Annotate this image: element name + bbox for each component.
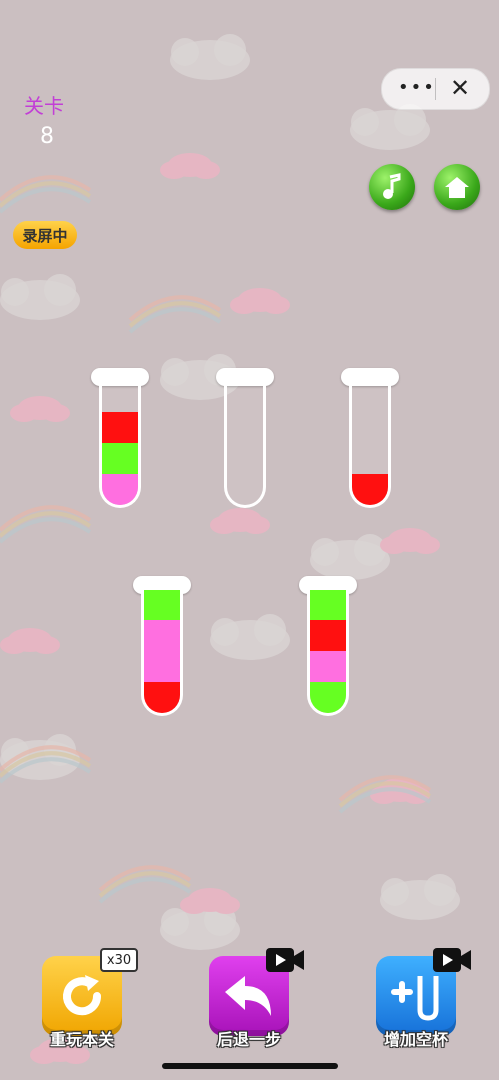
uses-left-badge: x30 [100,948,138,972]
liquid-layer-green [310,590,346,620]
video-camera-icon [433,948,471,972]
tube-glass [99,382,141,508]
tube-liquid [144,590,180,713]
tube-liquid [352,474,388,505]
restart-level-label: 重玩本关 [49,1030,114,1049]
liquid-layer-pink [310,651,346,682]
home-indicator [162,1063,338,1069]
add-empty-tube-button[interactable]: 增加空杯 [376,948,471,1049]
liquid-layer-pink [102,474,138,505]
add-tube-icon [391,976,439,1021]
liquid-layer-green [102,443,138,474]
tube-glass [349,382,391,508]
undo-step-label: 后退一步 [216,1030,281,1049]
tube-glass [224,382,266,508]
liquid-layer-green [144,590,180,620]
level-label: 关卡 [24,94,64,118]
liquid-layer-green [310,682,346,713]
music-button[interactable] [369,164,415,210]
music-note-icon [383,173,401,199]
restart-icon [63,975,102,1016]
undo-arrow-icon [225,976,271,1016]
tube-glass [307,590,349,716]
liquid-layer-pink [144,651,180,682]
liquid-layer-red [102,412,138,443]
undo-step-button[interactable]: 后退一步 [209,948,304,1049]
tube-2[interactable] [216,368,274,508]
capsule-separator [435,78,436,100]
level-number: 8 [40,124,54,149]
liquid-layer-red [310,620,346,651]
tube-5[interactable] [299,576,357,716]
add-empty-tube-label: 增加空杯 [383,1030,448,1049]
home-button[interactable] [434,164,480,210]
video-camera-icon [266,948,304,972]
tube-4[interactable] [133,576,191,716]
liquid-layer-red [144,682,180,713]
background-pattern [0,34,460,1064]
tube-liquid [102,412,138,505]
liquid-layer-pink [144,620,180,651]
restart-level-button[interactable]: x30 重玩本关 [42,948,138,1049]
tube-glass [141,590,183,716]
liquid-layer-red [352,474,388,505]
recording-badge: 录屏中 [13,221,77,249]
home-icon [445,177,469,198]
tube-1[interactable] [91,368,149,508]
mini-program-capsule: ••• ✕ [381,68,490,110]
close-icon[interactable]: ✕ [450,74,470,102]
tube-liquid [310,590,346,713]
tube-3[interactable] [341,368,399,508]
more-dots-icon[interactable]: ••• [398,77,436,98]
